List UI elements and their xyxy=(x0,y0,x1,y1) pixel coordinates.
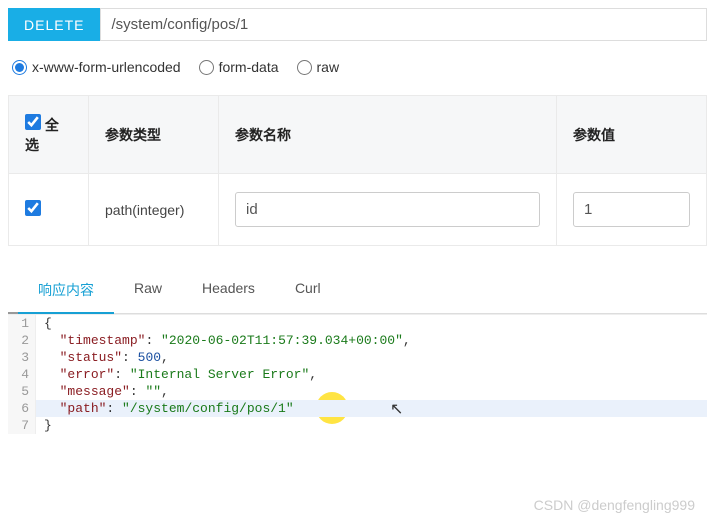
code-text: "message": "", xyxy=(36,383,169,400)
table-row: path(integer) xyxy=(9,174,707,246)
code-editor[interactable]: 1{ 2 "timestamp": "2020-06-02T11:57:39.0… xyxy=(8,314,707,434)
code-text: "error": "Internal Server Error", xyxy=(36,366,317,383)
response-body: 1{ 2 "timestamp": "2020-06-02T11:57:39.0… xyxy=(8,314,707,434)
request-bar: DELETE xyxy=(8,8,707,41)
param-name-input[interactable] xyxy=(235,192,540,227)
body-type-raw[interactable]: raw xyxy=(297,59,340,75)
code-text: "status": 500, xyxy=(36,349,169,366)
line-number: 7 xyxy=(8,417,36,434)
response-tabs: 响应内容 Raw Headers Curl xyxy=(8,268,707,314)
body-type-formdata[interactable]: form-data xyxy=(199,59,279,75)
radio-input[interactable] xyxy=(199,60,214,75)
header-name: 参数名称 xyxy=(219,96,557,174)
radio-label: x-www-form-urlencoded xyxy=(32,59,181,75)
code-text: } xyxy=(36,417,52,434)
line-number: 2 xyxy=(8,332,36,349)
body-type-urlencoded[interactable]: x-www-form-urlencoded xyxy=(12,59,181,75)
header-value: 参数值 xyxy=(557,96,707,174)
params-table: 全选 参数类型 参数名称 参数值 path(integer) xyxy=(8,95,707,246)
radio-input[interactable] xyxy=(297,60,312,75)
code-text: "timestamp": "2020-06-02T11:57:39.034+00… xyxy=(36,332,411,349)
radio-input[interactable] xyxy=(12,60,27,75)
radio-label: form-data xyxy=(219,59,279,75)
line-number: 3 xyxy=(8,349,36,366)
tab-response-body[interactable]: 响应内容 xyxy=(18,268,114,314)
tab-curl[interactable]: Curl xyxy=(275,268,341,313)
select-all-checkbox[interactable] xyxy=(25,114,41,130)
table-header-row: 全选 参数类型 参数名称 参数值 xyxy=(9,96,707,174)
line-number: 1 xyxy=(8,315,36,332)
watermark: CSDN @dengfengling999 xyxy=(534,497,695,513)
line-number: 4 xyxy=(8,366,36,383)
header-type: 参数类型 xyxy=(89,96,219,174)
line-number: 5 xyxy=(8,383,36,400)
request-url-input[interactable] xyxy=(100,8,707,41)
param-type-cell: path(integer) xyxy=(89,174,219,246)
line-number: 6 xyxy=(8,400,36,417)
param-row-checkbox[interactable] xyxy=(25,200,41,216)
tab-spacer xyxy=(8,268,18,314)
tab-headers[interactable]: Headers xyxy=(182,268,275,313)
code-text: { xyxy=(36,315,52,332)
body-type-radio-group: x-www-form-urlencoded form-data raw xyxy=(12,59,707,75)
param-value-input[interactable] xyxy=(573,192,690,227)
http-method-button[interactable]: DELETE xyxy=(8,8,100,41)
code-text: "path": "/system/config/pos/1" xyxy=(36,400,294,417)
radio-label: raw xyxy=(317,59,340,75)
tab-raw[interactable]: Raw xyxy=(114,268,182,313)
